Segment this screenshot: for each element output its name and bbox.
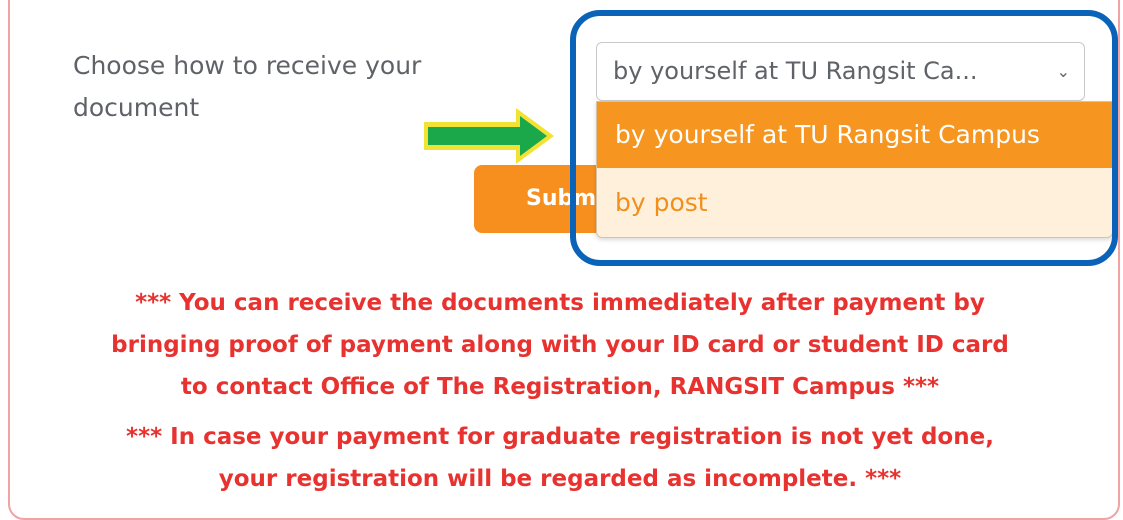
incomplete-notice: *** In case your payment for graduate re… xyxy=(40,416,1080,500)
receive-method-label-line1: Choose how to receive your xyxy=(73,51,422,80)
payment-notice-line3: to contact Office of The Registration, R… xyxy=(180,374,940,400)
incomplete-notice-line1: *** In case your payment for graduate re… xyxy=(126,424,994,450)
payment-notice-line1: *** You can receive the documents immedi… xyxy=(135,290,985,316)
payment-notice-line2: bringing proof of payment along with you… xyxy=(111,332,1009,358)
annotation-highlight-box xyxy=(570,10,1118,266)
arrow-right-icon xyxy=(424,108,554,164)
incomplete-notice-line2: your registration will be regarded as in… xyxy=(218,466,902,492)
payment-notice: *** You can receive the documents immedi… xyxy=(40,282,1080,408)
